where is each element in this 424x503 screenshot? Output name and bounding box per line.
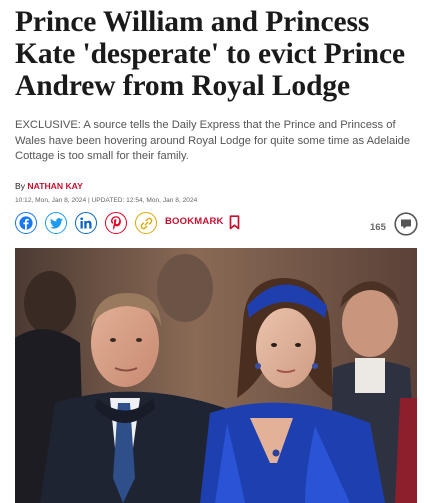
share-bar: BOOKMARK 165: [15, 212, 420, 238]
twitter-icon: [49, 217, 63, 229]
bookmark-button[interactable]: BOOKMARK: [165, 216, 224, 227]
byline: By NATHAN KAY: [15, 181, 83, 191]
article-standfirst: EXCLUSIVE: A source tells the Daily Expr…: [15, 119, 411, 162]
copy-link-icon: [140, 217, 152, 229]
bookmark-icon[interactable]: [229, 215, 240, 230]
facebook-share-button[interactable]: [15, 212, 37, 234]
comment-icon[interactable]: [394, 212, 418, 236]
article-headline: Prince William and Princess Kate 'desper…: [15, 6, 405, 102]
article-hero-image: [15, 248, 417, 503]
facebook-icon: [19, 216, 33, 230]
article-dateline: 10:12, Mon, Jan 8, 2024 | UPDATED: 12:54…: [15, 197, 198, 204]
byline-prefix: By: [15, 181, 26, 191]
linkedin-share-button[interactable]: [75, 212, 97, 234]
pinterest-icon: [111, 216, 121, 230]
comment-count[interactable]: 165: [370, 222, 386, 233]
linkedin-icon: [80, 217, 92, 229]
author-link[interactable]: NATHAN KAY: [27, 181, 82, 191]
photo-graphic: [15, 248, 417, 503]
article-page: Prince William and Princess Kate 'desper…: [0, 0, 424, 503]
twitter-share-button[interactable]: [45, 212, 67, 234]
copy-link-button[interactable]: [135, 212, 157, 234]
pinterest-share-button[interactable]: [105, 212, 127, 234]
